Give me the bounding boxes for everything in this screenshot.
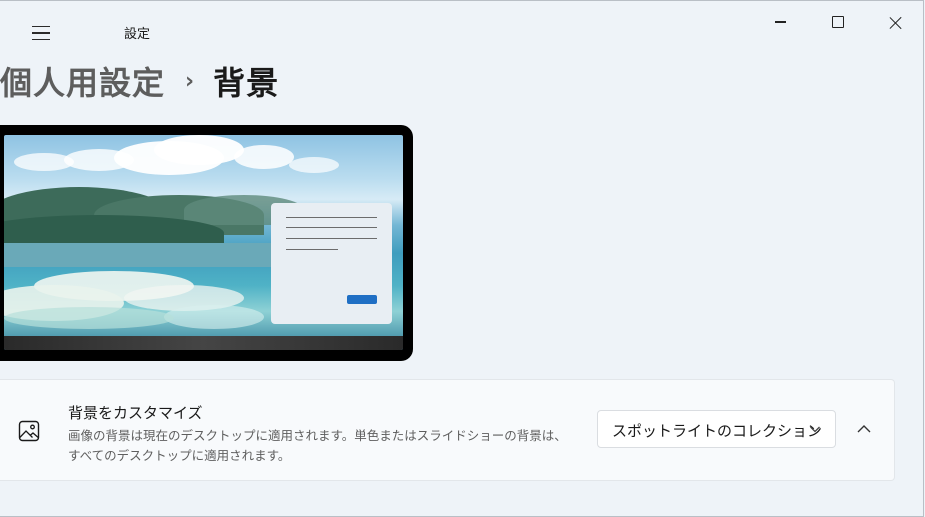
- background-type-dropdown[interactable]: スポットライトのコレクション: [597, 410, 836, 448]
- breadcrumb-separator: ›: [185, 68, 196, 94]
- dropdown-selected-value: スポットライトのコレクション: [612, 422, 823, 440]
- title-bar: 設定: [0, 1, 923, 45]
- preview-wallpaper: [4, 135, 403, 350]
- settings-window: 設定 個人用設定 › 背景 背景をカスタマイズ 画像の背景は現在のデスクトップに…: [0, 0, 924, 517]
- preview-taskbar: [4, 336, 403, 350]
- maximize-icon: [832, 16, 844, 28]
- setting-title: 背景をカスタマイズ: [68, 404, 203, 422]
- setting-description: 画像の背景は現在のデスクトップに適用されます。単色またはスライドショーの背景は、…: [68, 428, 567, 463]
- close-icon: [889, 16, 902, 29]
- app-title: 設定: [124, 27, 151, 42]
- preview-mock-window: [271, 203, 392, 324]
- maximize-button[interactable]: [815, 9, 861, 35]
- minimize-icon: [774, 21, 786, 23]
- breadcrumb: 個人用設定 › 背景: [0, 59, 279, 103]
- preview-mock-button: [347, 295, 377, 304]
- breadcrumb-parent[interactable]: 個人用設定: [0, 58, 165, 104]
- picture-icon: [18, 420, 40, 442]
- page-title: 背景: [213, 64, 280, 102]
- desktop-preview: [0, 125, 413, 361]
- background-setting-card[interactable]: 背景をカスタマイズ 画像の背景は現在のデスクトップに適用されます。単色またはスラ…: [0, 379, 895, 481]
- minimize-button[interactable]: [757, 9, 803, 35]
- hamburger-icon[interactable]: [26, 19, 56, 47]
- chevron-up-icon[interactable]: [855, 421, 873, 437]
- close-button[interactable]: [872, 9, 918, 35]
- chevron-down-icon: [810, 426, 820, 433]
